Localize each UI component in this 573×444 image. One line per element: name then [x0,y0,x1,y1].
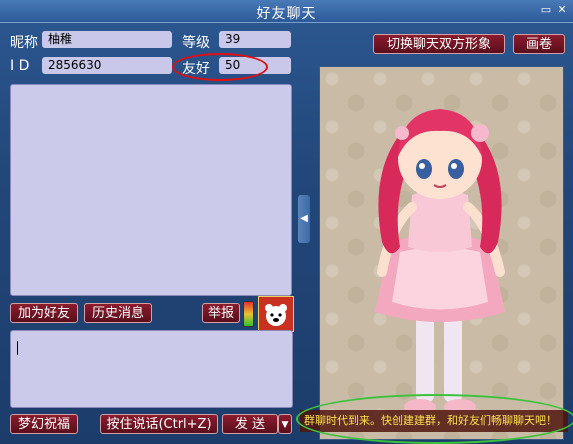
add-friend-button[interactable]: 加为好友 [10,303,78,323]
scroll-button[interactable]: 画卷 [513,34,565,54]
nickname-label: 昵称 [10,35,38,51]
id-label: I D [10,58,30,74]
id-field: 2856630 [42,57,172,74]
switch-avatar-button[interactable]: 切换聊天双方形象 [373,34,505,54]
chat-log[interactable] [10,84,292,296]
title-bar[interactable]: 好友聊天 ▭ ✕ [0,0,573,23]
emoji-icon[interactable] [258,296,294,332]
friendship-highlight [172,53,268,81]
message-input[interactable] [10,330,293,408]
level-field: 39 [219,31,291,48]
blessing-button[interactable]: 梦幻祝福 [10,414,78,434]
minimize-icon[interactable]: ▭ [540,4,552,16]
send-options-icon[interactable]: ▼ [278,414,292,434]
close-icon[interactable]: ✕ [556,4,568,16]
text-caret [17,341,18,355]
report-button[interactable]: 举报 [202,303,240,323]
level-label: 等级 [182,35,210,51]
volume-meter [243,301,254,327]
send-button[interactable]: 发 送 [222,414,278,434]
window-title: 好友聊天 [256,6,317,22]
voice-button[interactable]: 按住说话(Ctrl+Z) [100,414,218,434]
nickname-field: 柚稚 [42,31,172,48]
chat-window: 好友聊天 ▭ ✕ 昵称 柚稚 等级 39 I D 2856630 友好 50 切… [0,0,573,444]
history-button[interactable]: 历史消息 [84,303,152,323]
collapse-panel-icon[interactable]: ◀ [298,195,310,243]
character-panel [319,66,564,440]
character-illustration [375,109,505,415]
banner-highlight [296,394,573,444]
